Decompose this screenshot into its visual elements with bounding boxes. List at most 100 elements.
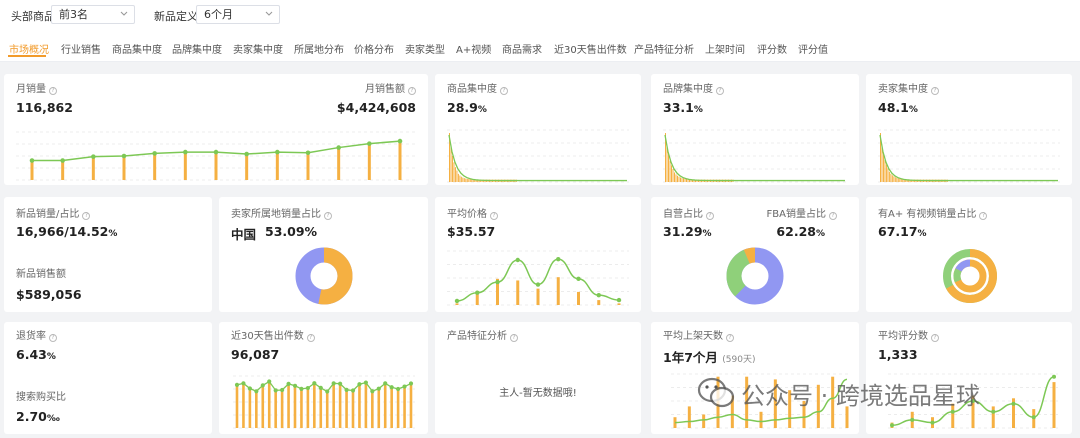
chart-bar	[383, 383, 387, 428]
chart-bar	[687, 406, 691, 428]
chart-bar	[214, 152, 218, 180]
tab-a-plus-video[interactable]: A+视频	[456, 41, 491, 56]
avg-listing-days-label: 平均上架天数?	[663, 327, 734, 342]
monthly-revenue-label: 月销售额?	[365, 80, 416, 95]
info-icon: ?	[306, 334, 315, 342]
brand-concentration-value: 33.1%	[663, 100, 703, 115]
chart-point	[241, 381, 246, 386]
chart-point	[535, 282, 541, 287]
tab-price-distribution[interactable]: 价格分布	[354, 41, 394, 56]
tab-product-demand[interactable]: 商品需求	[502, 41, 542, 56]
chart-bar	[319, 387, 323, 428]
brand-concentration-card: 品牌集中度? 33.1%	[651, 74, 859, 185]
chart-point	[475, 290, 480, 295]
chart-point	[336, 145, 341, 150]
new-product-value: 6个月	[204, 8, 233, 21]
tab-review-count[interactable]: 评分数	[757, 41, 787, 56]
info-icon: ?	[716, 87, 724, 95]
chart-line	[879, 134, 1058, 182]
chart-point	[318, 385, 323, 390]
chart-bar	[261, 385, 265, 428]
chart-point	[367, 141, 372, 146]
chart-bar	[891, 175, 893, 182]
chart-point	[357, 382, 362, 387]
chart-point	[244, 151, 249, 157]
chart-point	[556, 256, 561, 262]
info-icon: ?	[82, 212, 91, 220]
watermark-text: 公众号 · 跨境选品星球	[741, 382, 980, 410]
chart-bar	[617, 303, 621, 305]
return-rate-card: 退货率? 6.43% 搜索购买比 2.70‰	[4, 322, 212, 434]
chart-bar	[61, 160, 65, 180]
new-product-revenue-value: $589,056	[16, 287, 82, 302]
chart-point	[213, 149, 219, 155]
chart-bar	[884, 159, 886, 182]
product-concentration-value: 28.9%	[447, 100, 487, 115]
tab-review-score[interactable]: 评分值	[798, 41, 828, 56]
chart-point	[183, 149, 188, 155]
tab-location-distribution[interactable]: 所属地分布	[294, 41, 344, 56]
chart-point	[29, 158, 35, 163]
chart-bar	[306, 152, 310, 180]
seller-location-donut	[295, 247, 353, 305]
chart-bar	[451, 155, 453, 182]
tab-listing-time[interactable]: 上架时间	[705, 41, 745, 56]
chart-bar	[345, 389, 348, 428]
tab-brand-concentration[interactable]: 品牌集中度	[172, 41, 222, 56]
chart-line	[664, 134, 845, 182]
chart-bar	[455, 303, 459, 305]
tab-sold-30d[interactable]: 近30天售出件数	[554, 41, 627, 56]
brand-concentration-chart	[663, 129, 847, 183]
chart-bar	[463, 178, 465, 182]
brand-concentration-label: 品牌集中度?	[663, 80, 724, 95]
chart-bar	[300, 388, 303, 428]
chart-point	[247, 386, 252, 391]
new-product-sales-label: 新品销量/占比?	[16, 205, 91, 220]
info-icon: ?	[49, 87, 57, 95]
sold-30d-card: 近30天售出件数? 96,087	[219, 322, 428, 434]
tab-bar: 市场概况 行业销售 商品集中度 品牌集中度 卖家集中度 所属地分布 价格分布 卖…	[0, 32, 1080, 62]
search-purchase-value: 2.70‰	[16, 409, 60, 424]
return-rate-value: 6.43%	[16, 347, 56, 362]
chart-bar	[371, 391, 374, 428]
chart-point	[312, 381, 317, 386]
top-products-select[interactable]: 前3名	[51, 5, 135, 24]
chart-bar	[597, 300, 601, 305]
monthly-sales-label: 月销量?	[16, 80, 57, 95]
chart-bar	[702, 414, 706, 428]
chart-point	[338, 381, 343, 386]
product-feature-label: 产品特征分析?	[447, 327, 518, 342]
new-product-select[interactable]: 6个月	[196, 5, 280, 24]
chart-bar	[677, 175, 678, 182]
monthly-sales-value: 116,862	[16, 100, 73, 115]
info-icon: ?	[510, 334, 518, 342]
tab-seller-concentration[interactable]: 卖家集中度	[233, 41, 283, 56]
chart-bar	[896, 177, 898, 182]
chart-point	[1031, 415, 1036, 420]
seller-concentration-value: 48.1%	[878, 100, 918, 115]
chart-point	[292, 383, 298, 388]
fba-label: FBA销量占比?	[767, 205, 837, 220]
chart-point	[280, 387, 285, 393]
chart-point	[454, 298, 460, 304]
tab-product-features[interactable]: 产品特征分析	[634, 41, 694, 56]
monthly-revenue-value: $4,424,608	[336, 100, 416, 115]
tab-seller-type[interactable]: 卖家类型	[405, 41, 445, 56]
info-icon: ?	[829, 212, 837, 220]
tab-industry-sales[interactable]: 行业销售	[61, 41, 101, 56]
chart-point	[402, 384, 407, 389]
chart-point	[331, 381, 336, 386]
tab-product-concentration[interactable]: 商品集中度	[112, 41, 162, 56]
chart-bar	[306, 388, 310, 428]
seller-location-value: 53.09%	[265, 224, 318, 239]
chart-bar	[469, 179, 471, 182]
tab-market-overview[interactable]: 市场概况	[9, 41, 49, 56]
info-icon: ?	[408, 87, 416, 95]
sold-30d-value: 96,087	[231, 347, 280, 362]
chart-bar	[894, 177, 896, 182]
chart-bar	[351, 390, 355, 428]
chart-bar	[293, 385, 297, 428]
chart-bar	[325, 391, 329, 428]
chart-point	[408, 381, 414, 386]
chart-bar	[893, 176, 895, 182]
